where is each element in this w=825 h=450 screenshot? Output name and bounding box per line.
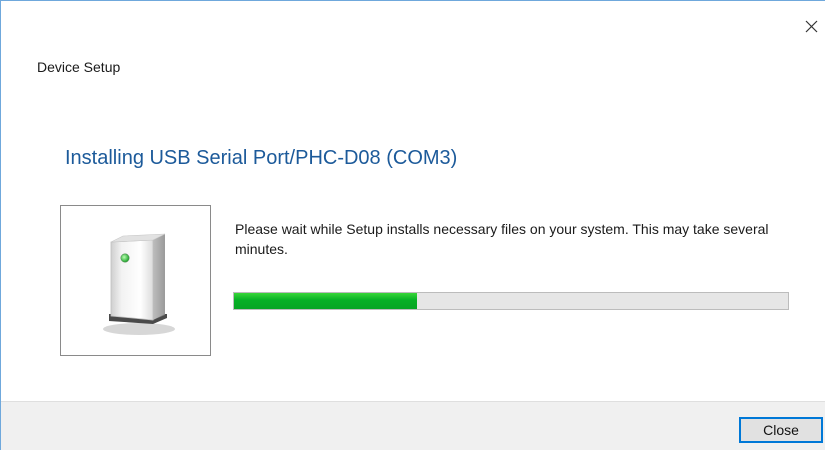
window-title: Device Setup (37, 59, 121, 75)
external-drive-icon (103, 233, 175, 335)
device-setup-window: Device Setup Installing USB Serial Port/… (0, 0, 825, 450)
dialog-footer: Close (1, 401, 825, 450)
close-button[interactable]: Close (739, 417, 823, 443)
close-icon[interactable] (803, 15, 825, 39)
page-heading: Installing USB Serial Port/PHC-D08 (COM3… (65, 147, 458, 169)
status-message: Please wait while Setup installs necessa… (235, 221, 769, 257)
progress-bar (233, 292, 789, 310)
progress-bar-fill (234, 293, 417, 309)
device-image-frame (60, 205, 211, 356)
